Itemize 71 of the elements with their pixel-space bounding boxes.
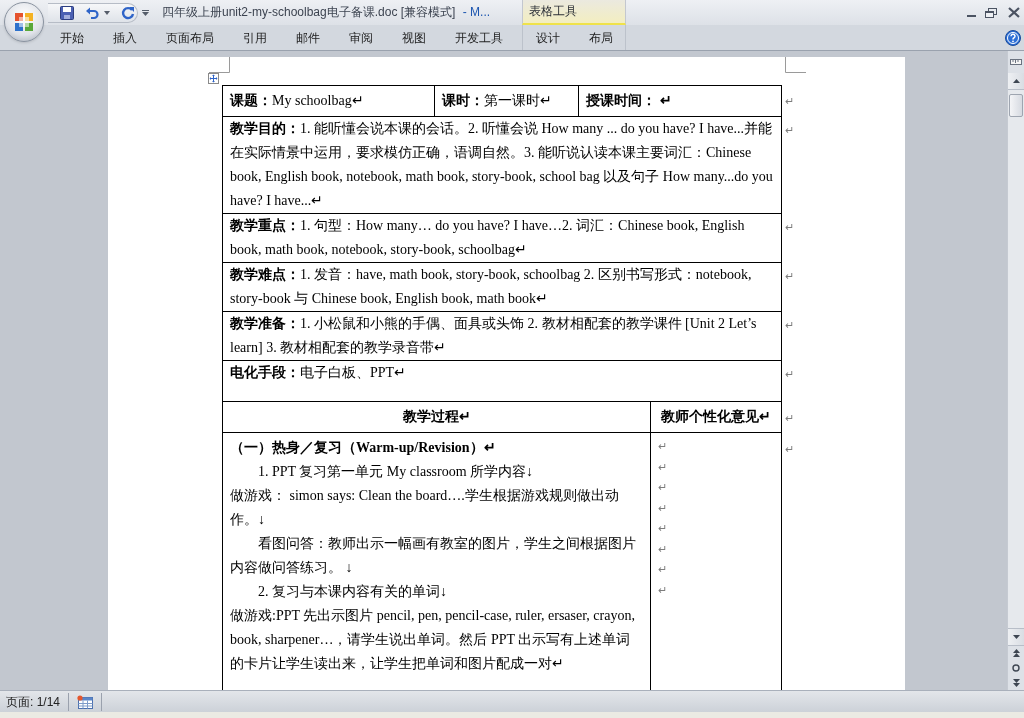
row-end-mark: ↵	[785, 367, 794, 382]
cell-text: 做游戏： simon says: Clean the board….学生根据游戏规则做出动作。↓	[230, 488, 619, 527]
ruler-icon	[1010, 56, 1022, 68]
help-icon[interactable]	[1005, 29, 1021, 46]
redo-icon[interactable]	[121, 5, 135, 20]
row-end-mark: ↵	[785, 123, 794, 138]
next-page-button[interactable]	[1008, 675, 1024, 690]
ribbon-tab[interactable]: 邮件	[283, 26, 333, 49]
paragraph-mark: ↵	[658, 563, 667, 575]
ribbon-tab[interactable]: 页面布局	[153, 26, 227, 49]
paragraph-mark: ↵	[658, 481, 667, 493]
paragraph-mark: ↵	[658, 440, 667, 452]
circle-icon	[1012, 663, 1020, 672]
cell-text: 课时：第一课时↵	[442, 93, 552, 108]
ribbon-tab[interactable]: 布局	[576, 26, 625, 49]
app-title: - M...	[462, 5, 491, 19]
arrow-up-icon	[1012, 79, 1020, 83]
row-end-mark: ↵	[785, 318, 794, 333]
ribbon-tab[interactable]: 插入	[100, 26, 150, 49]
double-arrow-up-icon	[1012, 649, 1020, 657]
cell-text: 做游戏:PPT 先出示图片 pencil, pen, pencil-case, ruler, ersaser, crayon, book, sharpener…，请学生说出单词。然后 PPT 出示写有上述单词的卡片让学生读出来，让学生把单词和图片配成一对↵	[230, 608, 635, 671]
cell-text: 电化手段：电子白板、PPT↵	[230, 365, 407, 380]
contextual-group-label: 表格工具	[522, 0, 626, 25]
caret-icon[interactable]	[142, 9, 149, 16]
paragraph-mark: ↵	[658, 583, 667, 596]
caret-icon[interactable]	[104, 10, 110, 15]
heading-text: （一）热身／复习（Warm-up/Revision）↵	[230, 440, 496, 455]
cell-text: 授课时间： ↵	[586, 93, 672, 108]
ribbon-tab[interactable]: 视图	[389, 26, 439, 49]
undo-icon[interactable]	[85, 5, 99, 20]
row-end-mark: ↵	[785, 269, 794, 284]
scroll-up-button[interactable]	[1008, 73, 1024, 90]
crop-mark	[209, 57, 230, 73]
window-title: 四年级上册unit2-my-schoolbag电子备课.doc [兼容模式]	[162, 5, 456, 19]
cell-text: 教学过程↵	[402, 409, 471, 424]
row-end-mark: ↵	[785, 411, 794, 426]
ribbon-tab[interactable]: 开发工具	[442, 26, 516, 49]
sheet-icon[interactable]	[77, 694, 94, 709]
cell-text: 教学准备：1. 小松鼠和小熊的手偶、面具或头饰 2. 教材相配套的教学课件 [Unit 2 Let’s learn] 3. 教材相配套的教学录音带↵	[230, 316, 757, 355]
cell-text: 教师个性化意见↵	[661, 409, 771, 424]
paragraph-mark: ↵	[658, 542, 667, 555]
scroll-thumb[interactable]	[1009, 94, 1023, 117]
paragraph-mark: ↵	[658, 522, 667, 534]
cell-text: 教学难点：1. 发音：have, math book, story-book, schoolbag 2. 区别书写形式：notebook, story-book 与 Chinese book, English book, math book↵	[230, 267, 752, 306]
page-count[interactable]: 页面: 1/14	[0, 692, 67, 711]
row-end-mark: ↵	[785, 94, 794, 109]
cell-text: 教学重点：1. 句型：How many… do you have? I have…2. 词汇：Chinese book, English book, math book, notebook, story-book, schoolbag↵	[230, 218, 745, 257]
office-logo-icon	[14, 12, 34, 32]
cell-text: 1. PPT 复习第一单元 My classroom 所学内容↓	[258, 464, 534, 479]
row-end-mark: ↵	[785, 442, 794, 457]
ribbon-tab[interactable]: 引用	[230, 26, 280, 49]
table-move-handle-icon[interactable]	[208, 73, 219, 84]
paragraph-mark: ↵	[658, 501, 667, 514]
cell-text: 教学目的：1. 能听懂会说本课的会话。2. 听懂会说 How many ... do you have? I have...并能在实际情景中运用，要求模仿正确，语调自然。3. 能听说认读本课主要词汇：Chinese book, English book, notebook, math book, story-book, school bag 以及句子 How many...do you have? I have...↵	[230, 121, 773, 208]
ribbon-tab[interactable]: 设计	[523, 26, 572, 49]
view-ruler-button[interactable]	[1008, 51, 1024, 73]
row-end-mark: ↵	[785, 220, 794, 235]
ribbon-tab[interactable]: 开始	[47, 26, 97, 49]
close-icon[interactable]	[1008, 7, 1020, 18]
crop-mark	[785, 57, 806, 73]
double-arrow-down-icon	[1012, 678, 1020, 687]
cell-text: 课题：My schoolbag↵	[230, 93, 364, 108]
cell-text: 2. 复习与本课内容有关的单词↓	[258, 584, 447, 599]
paragraph-mark: ↵	[658, 460, 667, 473]
ribbon-tab[interactable]: 审阅	[336, 26, 386, 49]
restore-icon[interactable]	[985, 7, 997, 18]
scroll-down-button[interactable]	[1008, 628, 1024, 645]
previous-page-button[interactable]	[1008, 645, 1024, 660]
arrow-down-icon	[1012, 635, 1020, 639]
save-icon[interactable]	[60, 5, 74, 20]
cell-text: 看图问答：教师出示一幅画有教室的图片，学生之间根据图片内容做问答练习。 ↓	[230, 536, 636, 575]
